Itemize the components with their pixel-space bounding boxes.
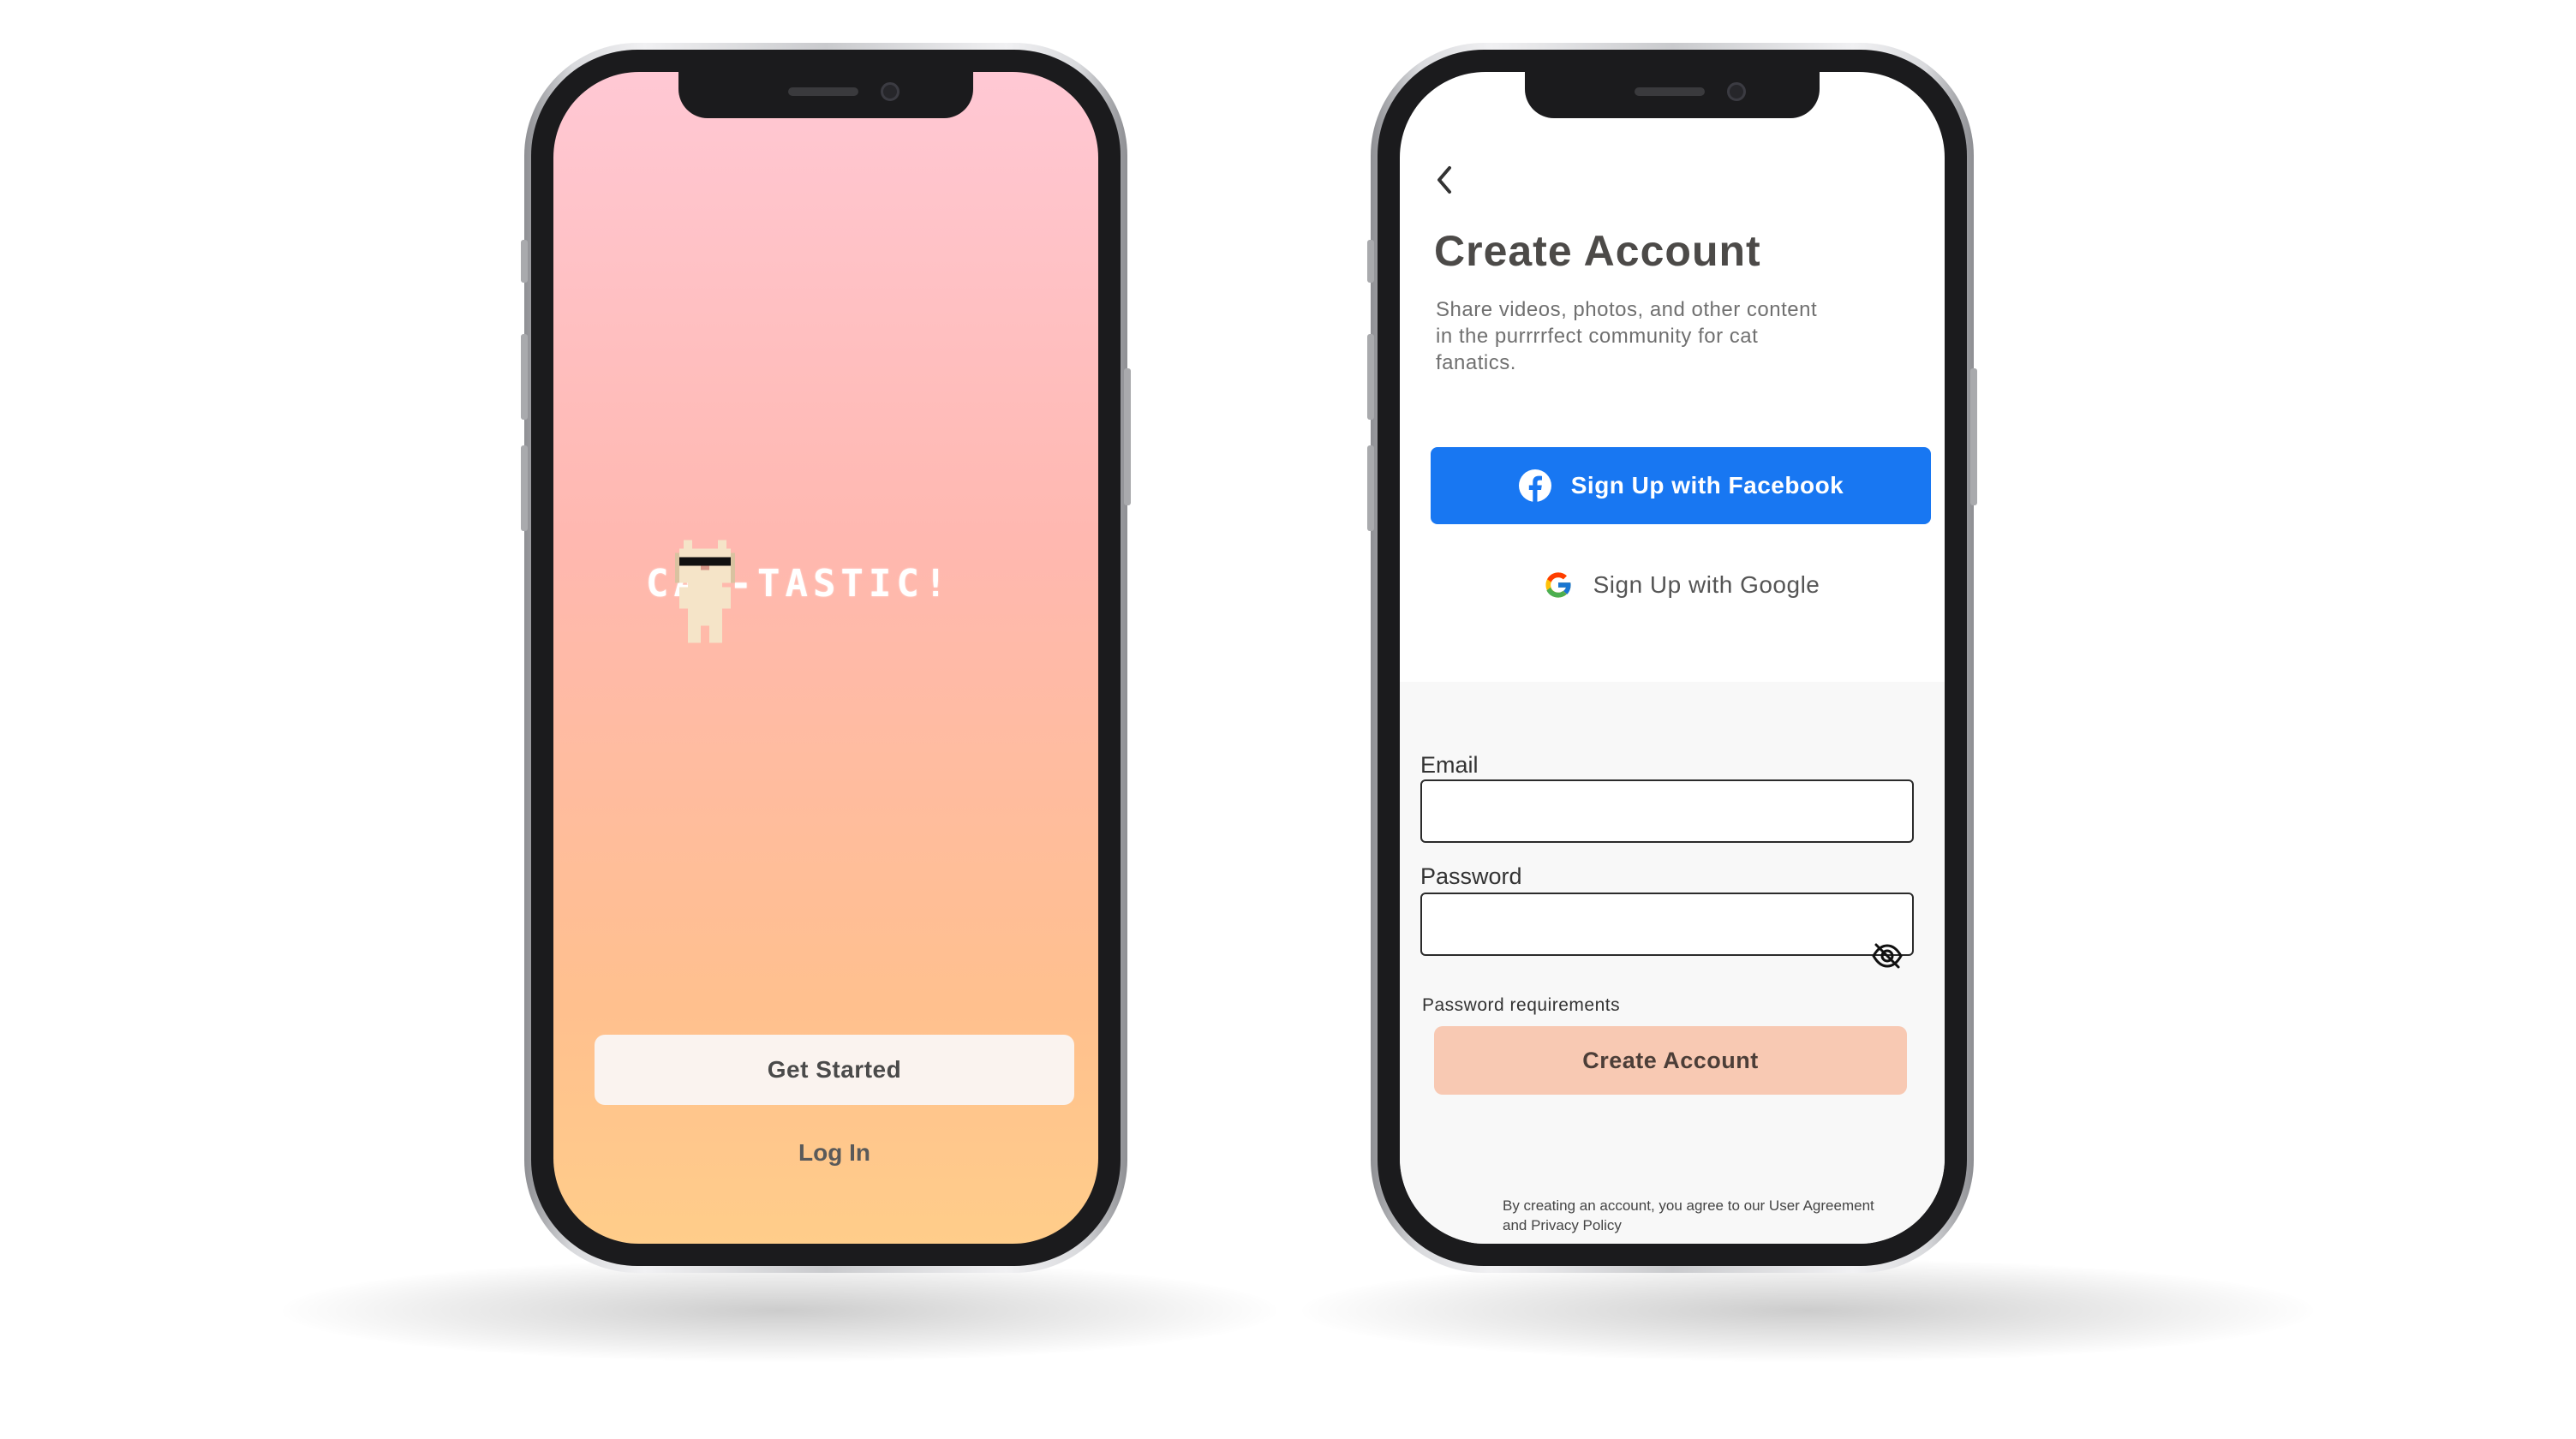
facebook-signup-label: Sign Up with Facebook <box>1570 472 1844 499</box>
phone-splash: CAT-TASTIC! Get Started Log In <box>521 43 1131 1273</box>
phone-signup: Create Account Share videos, photos, and… <box>1367 43 1977 1273</box>
phone-shadow-left <box>283 1259 1276 1362</box>
google-signup-button[interactable]: Sign Up with Google <box>1431 555 1931 615</box>
create-account-button[interactable]: Create Account <box>1434 1026 1907 1095</box>
splash-screen: CAT-TASTIC! Get Started Log In <box>553 72 1098 1244</box>
signup-form <box>1400 682 1945 1244</box>
notch <box>678 72 973 118</box>
side-button <box>1367 445 1374 531</box>
password-field[interactable] <box>1420 893 1914 956</box>
google-signup-label: Sign Up with Google <box>1593 571 1820 598</box>
app-logo: CAT-TASTIC! <box>646 540 1006 643</box>
login-link[interactable]: Log In <box>595 1139 1074 1167</box>
side-button <box>521 445 528 531</box>
side-button <box>1124 368 1131 505</box>
camera-icon <box>881 82 900 101</box>
speaker <box>1635 87 1705 96</box>
phone-bezel: Create Account Share videos, photos, and… <box>1378 50 1967 1266</box>
get-started-button[interactable]: Get Started <box>595 1035 1074 1105</box>
facebook-signup-button[interactable]: Sign Up with Facebook <box>1431 447 1931 524</box>
password-requirements-link[interactable]: Password requirements <box>1422 995 1620 1016</box>
camera-icon <box>1727 82 1746 101</box>
phone-shadow-right <box>1302 1259 2313 1362</box>
back-chevron-icon[interactable] <box>1432 163 1456 197</box>
page-title: Create Account <box>1434 227 1761 275</box>
cat-mascot-icon <box>675 540 735 643</box>
email-label: Email <box>1420 752 1479 778</box>
speaker <box>788 87 858 96</box>
password-label: Password <box>1420 863 1522 889</box>
side-button <box>521 334 528 420</box>
facebook-icon <box>1518 469 1551 502</box>
phone-bezel: CAT-TASTIC! Get Started Log In <box>531 50 1121 1266</box>
side-button <box>1367 334 1374 420</box>
side-button <box>1367 240 1374 283</box>
google-icon <box>1545 572 1572 598</box>
page-subtitle: Share videos, photos, and other content … <box>1436 298 1818 374</box>
terms-text: By creating an account, you agree to our… <box>1503 1197 1874 1233</box>
create-account-screen: Create Account Share videos, photos, and… <box>1400 72 1945 1244</box>
side-button <box>521 240 528 283</box>
eye-off-icon[interactable] <box>1871 942 1904 970</box>
notch <box>1525 72 1820 118</box>
side-button <box>1970 368 1977 505</box>
email-field[interactable] <box>1420 779 1914 843</box>
